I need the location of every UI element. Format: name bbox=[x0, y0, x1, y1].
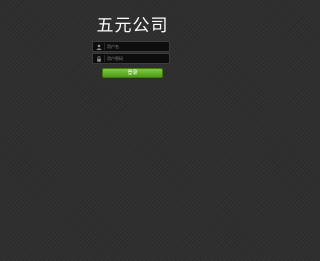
lock-icon bbox=[94, 54, 103, 63]
user-icon bbox=[94, 42, 103, 51]
username-field[interactable] bbox=[92, 41, 170, 52]
username-input[interactable] bbox=[107, 42, 169, 51]
password-input[interactable] bbox=[107, 54, 169, 63]
page-title: 五元公司 bbox=[96, 16, 169, 36]
password-field[interactable] bbox=[92, 53, 170, 64]
login-button[interactable]: 登录 bbox=[102, 68, 163, 78]
field-divider bbox=[104, 55, 105, 62]
field-divider bbox=[104, 43, 105, 50]
